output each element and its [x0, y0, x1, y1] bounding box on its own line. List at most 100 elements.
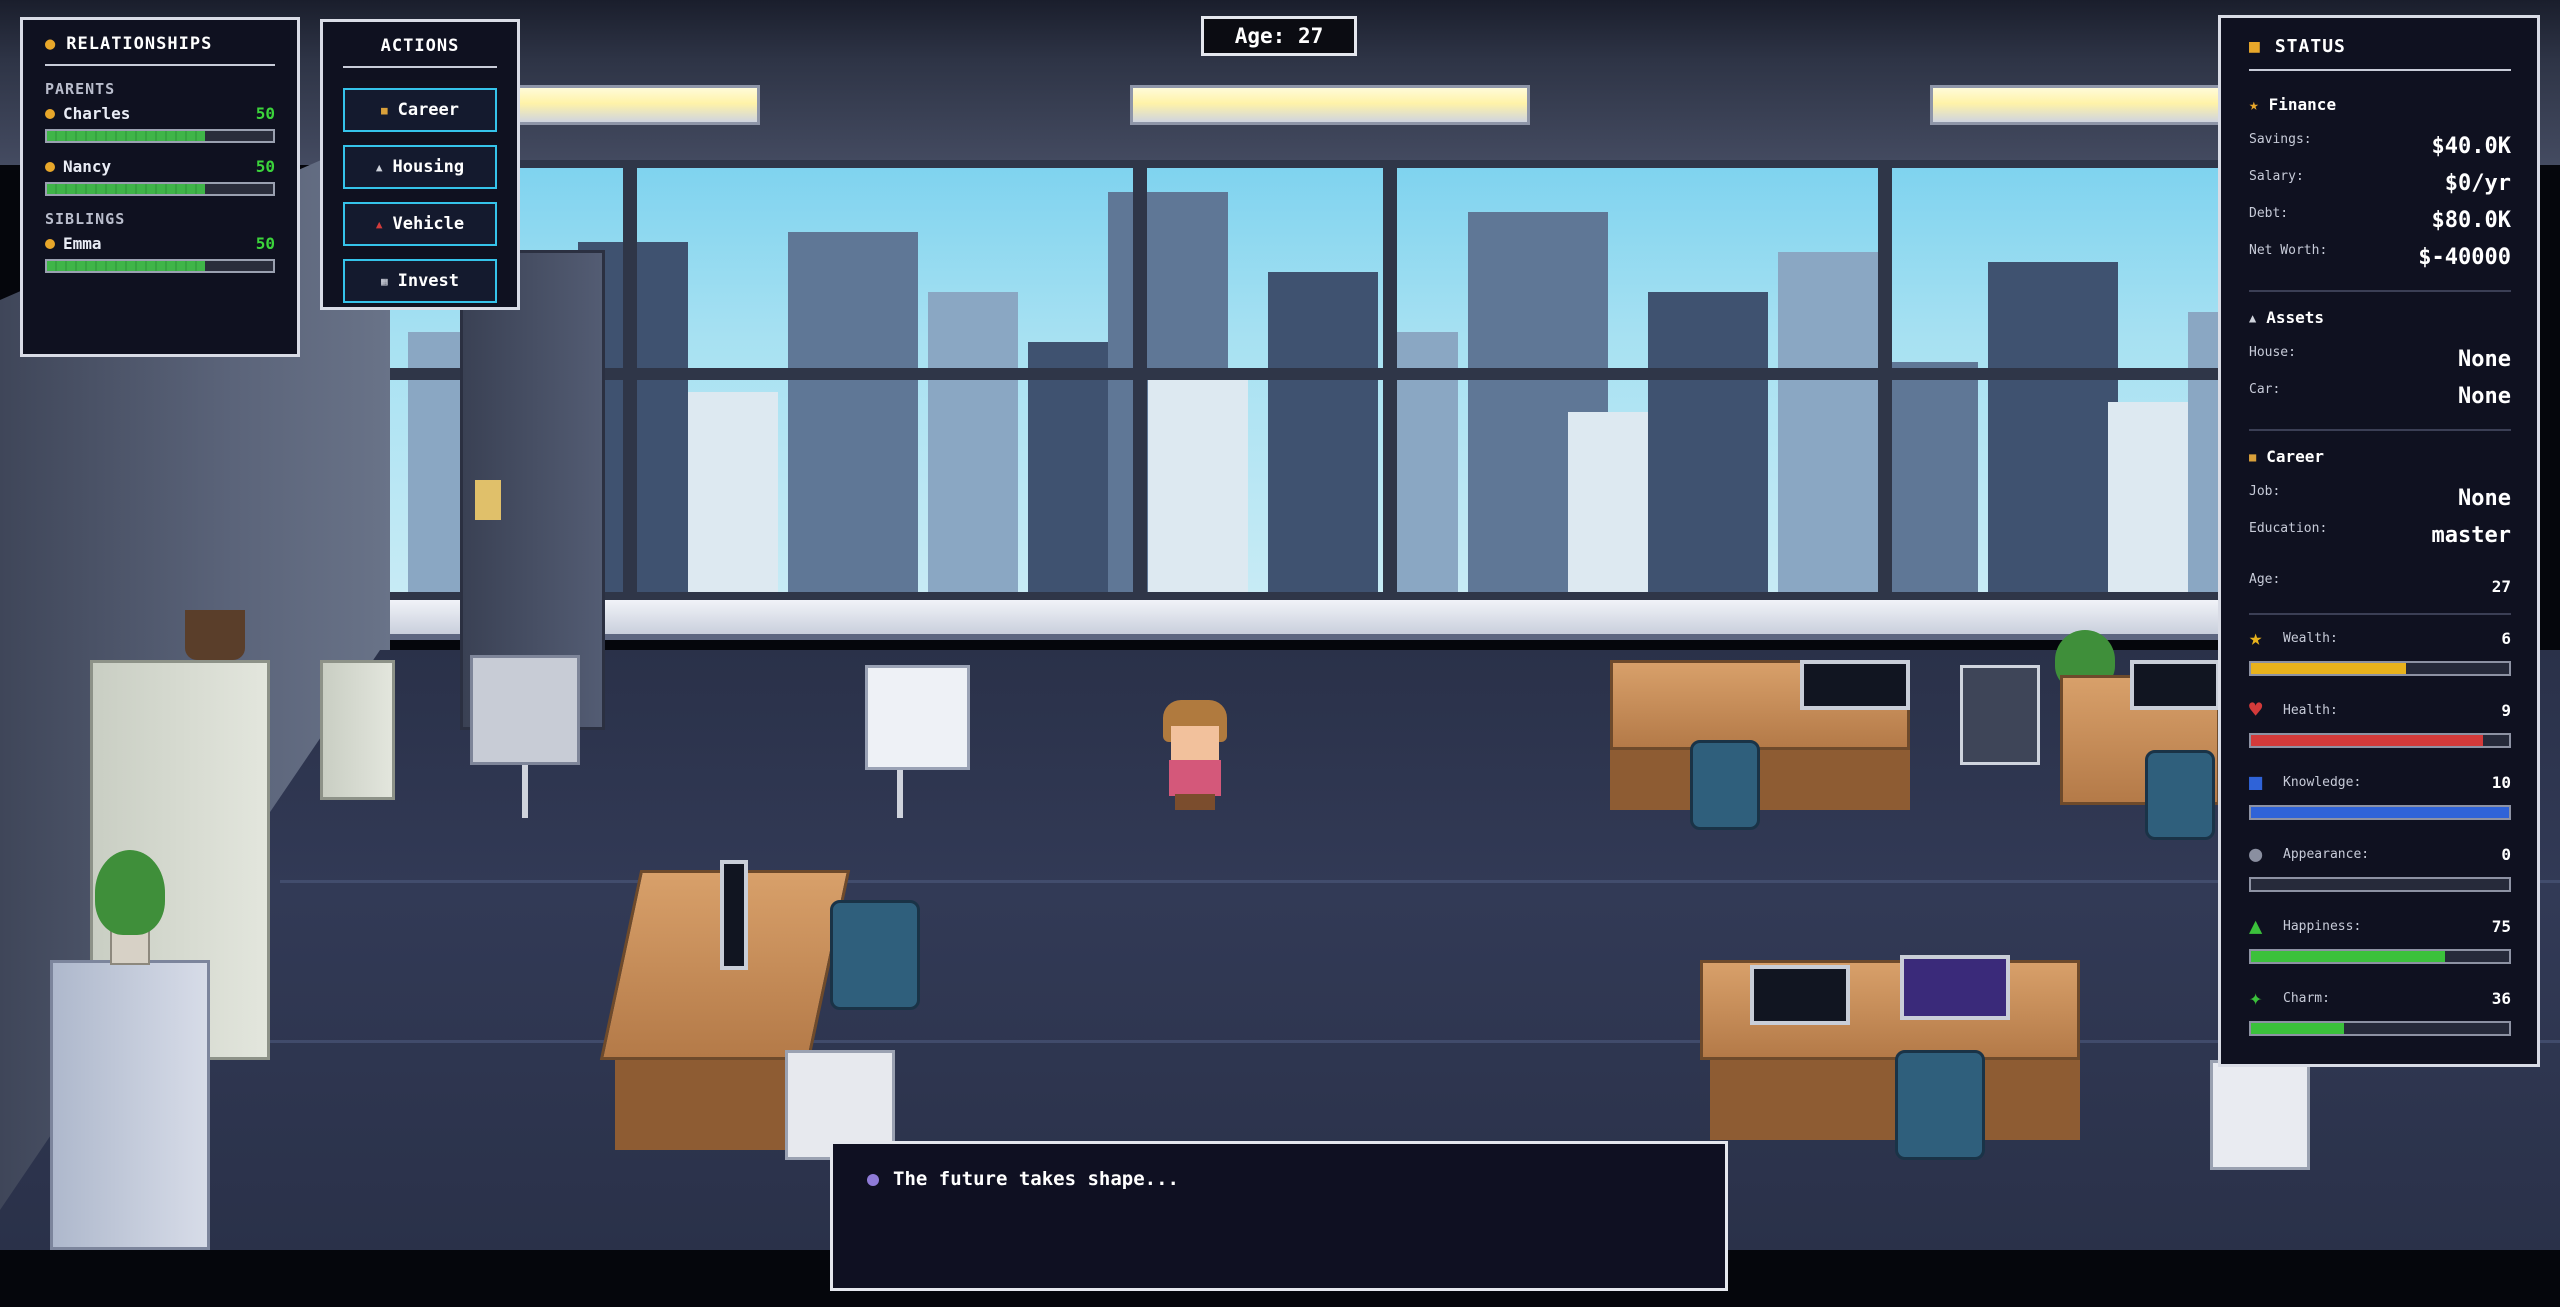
briefcase-icon: ■ [380, 103, 388, 117]
stat-value: 6 [2501, 628, 2511, 648]
stat-bar-fill [2251, 663, 2406, 674]
computer-monitor [1800, 660, 1910, 710]
person-name: Emma [63, 234, 102, 253]
computer-monitor [1900, 955, 2010, 1020]
salary-row: Salary: $0/yr [2249, 165, 2511, 202]
stat-row: ■ Knowledge: 10 [2249, 763, 2511, 835]
car-row: Car: None [2249, 378, 2511, 415]
house-icon: ▲ [2249, 310, 2257, 325]
stat-label: Appearance: [2283, 846, 2370, 862]
job-label: Job: [2249, 484, 2281, 499]
chart-icon: ▦ [380, 274, 388, 288]
person-name: Charles [63, 104, 131, 123]
divider [45, 64, 275, 66]
assets-section-title: ▲ Assets [2249, 308, 2511, 327]
desk-front [615, 1060, 805, 1150]
actions-title: ACTIONS [380, 36, 460, 56]
city-window [380, 160, 2270, 600]
coffee-machine [470, 655, 580, 765]
stat-row: ★ Wealth: 6 [2249, 619, 2511, 691]
car-icon: ▲ [375, 217, 383, 231]
relationship-bar [45, 182, 275, 196]
savings-label: Savings: [2249, 132, 2312, 147]
relationship-item[interactable]: Nancy 50 [45, 157, 275, 196]
job-row: Job: None [2249, 480, 2511, 517]
debt-label: Debt: [2249, 206, 2289, 221]
ceiling-light [510, 85, 760, 125]
house-row: House: None [2249, 341, 2511, 378]
file-cabinet [320, 660, 395, 800]
house-label: House: [2249, 345, 2296, 360]
status-title: STATUS [2274, 36, 2346, 57]
stat-value: 9 [2501, 700, 2511, 720]
ceiling-light [1130, 85, 1530, 125]
car-label: Car: [2249, 382, 2281, 397]
dialog-box[interactable]: The future takes shape... [830, 1141, 1728, 1291]
net-worth-row: Net Worth: $-40000 [2249, 239, 2511, 276]
stat-value: 36 [2491, 988, 2511, 1008]
stat-bar [2249, 1021, 2511, 1036]
debt-value: $80.0K [2431, 208, 2511, 233]
family-icon: ● [45, 34, 57, 54]
water-cooler [50, 960, 210, 1250]
stat-bar [2249, 661, 2511, 676]
relationship-value: 50 [255, 234, 275, 253]
status-icon: ■ [2249, 36, 2261, 57]
vehicle-button[interactable]: ▲ Vehicle [343, 202, 497, 246]
career-button[interactable]: ■ Career [343, 88, 497, 132]
net-worth-value: $-40000 [2418, 245, 2511, 270]
stat-bar [2249, 805, 2511, 820]
divider [2249, 613, 2511, 615]
housing-button[interactable]: ▲ Housing [343, 145, 497, 189]
invest-button-label: Invest [397, 271, 460, 291]
relationship-bar [45, 259, 275, 273]
stat-label: Charm: [2283, 990, 2330, 1006]
potted-plant [95, 850, 165, 935]
education-row: Education: master [2249, 517, 2511, 554]
office-chair [2145, 750, 2215, 840]
group-label-siblings: SIBLINGS [45, 210, 126, 228]
age-display: Age: 27 [1201, 16, 1357, 56]
divider [2249, 429, 2511, 431]
stat-row: ● Appearance: 0 [2249, 835, 2511, 907]
relationship-value: 50 [255, 157, 275, 176]
group-label-parents: PARENTS [45, 80, 116, 98]
age-value: 27 [2491, 577, 2511, 596]
office-chair [1895, 1050, 1985, 1160]
salary-value: $0/yr [2444, 171, 2511, 196]
ceiling-light [1930, 85, 2230, 125]
computer-monitor [720, 860, 748, 970]
job-value: None [2458, 486, 2511, 511]
relationship-item[interactable]: Charles 50 [45, 104, 275, 143]
person-name: Nancy [63, 157, 112, 176]
stat-bar-fill [2251, 735, 2484, 746]
person-icon [45, 238, 55, 249]
player-character[interactable] [1155, 700, 1235, 810]
stat-bar [2249, 949, 2511, 964]
relationship-item[interactable]: Emma 50 [45, 234, 275, 273]
career-section-title: ■ Career [2249, 447, 2511, 466]
computer-monitor [2130, 660, 2220, 710]
stat-bar-fill [2251, 1023, 2344, 1034]
desk-front [1610, 750, 1910, 810]
stat-row: ▲ Happiness: 75 [2249, 907, 2511, 979]
savings-value: $40.0K [2431, 134, 2511, 159]
education-value: master [2431, 523, 2511, 548]
stat-bar-fill [2251, 807, 2509, 818]
muscle-icon: ▲ [2249, 913, 2263, 939]
invest-button[interactable]: ▦ Invest [343, 259, 497, 303]
mini-fridge [1960, 665, 2040, 765]
stat-bar [2249, 877, 2511, 892]
divider [2249, 69, 2511, 71]
stat-value: 10 [2491, 772, 2511, 792]
house-icon: ▲ [375, 160, 383, 174]
computer-monitor [1750, 965, 1850, 1025]
person-icon [45, 108, 55, 119]
debt-row: Debt: $80.0K [2249, 202, 2511, 239]
heart-icon: ♥ [2249, 697, 2263, 723]
stat-label: Knowledge: [2283, 774, 2362, 790]
relationships-title: RELATIONSHIPS [66, 34, 213, 54]
sparkle-icon: ✦ [2249, 985, 2263, 1011]
relationship-value: 50 [255, 104, 275, 123]
career-title: Career [2266, 447, 2325, 466]
